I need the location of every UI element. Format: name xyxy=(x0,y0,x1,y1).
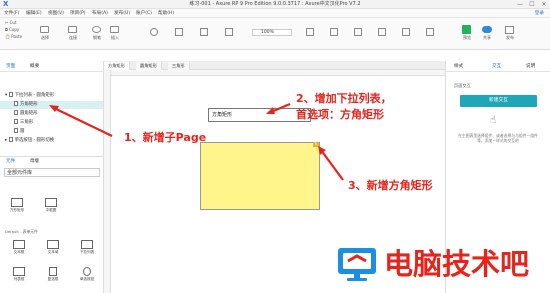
watermark: 电脑技术吧 xyxy=(336,245,546,283)
annotation-2-line1: 2、增加下拉列表， xyxy=(296,92,392,105)
arrow-to-page xyxy=(53,107,113,137)
annotation-3: 3、新增方角矩形 xyxy=(348,179,433,192)
watermark-text: 电脑技术吧 xyxy=(384,247,530,281)
arrow-to-rect xyxy=(320,149,344,181)
annotation-1: 1、新增子Page xyxy=(124,131,207,144)
annotation-2-line2: 首选项：方角矩形 xyxy=(296,108,384,121)
monitor-logo-icon xyxy=(338,248,376,281)
arrow-head xyxy=(266,107,275,114)
